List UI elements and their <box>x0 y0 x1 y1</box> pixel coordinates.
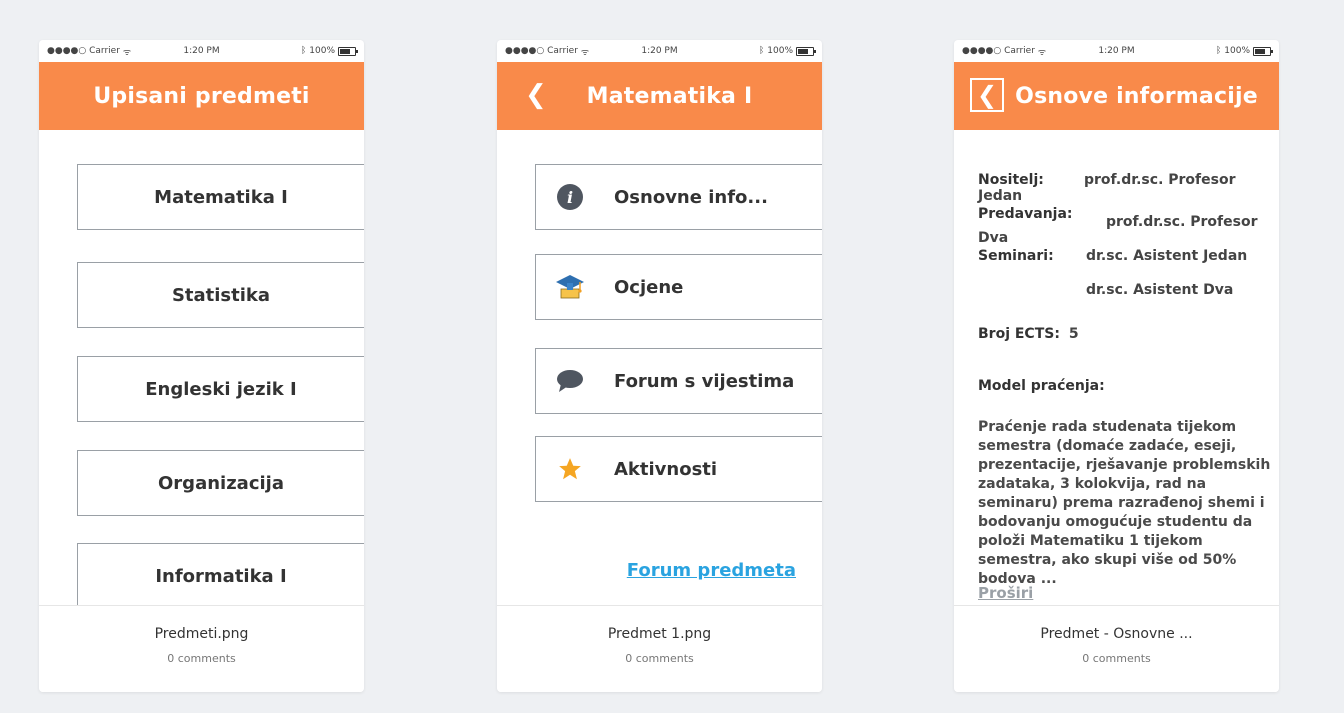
course-menu: i Osnovne info... Ocjene Forum s vijesti… <box>497 130 822 605</box>
wifi-icon: ᯤ <box>580 47 590 58</box>
ects-row: Broj ECTS: 5 <box>978 326 1079 342</box>
ects-value: 5 <box>1068 326 1079 342</box>
battery-icon <box>1253 46 1273 56</box>
battery-icon <box>796 46 816 56</box>
carrier-label: ●●●●○ Carrier <box>962 46 1035 56</box>
bluetooth-icon: ᛒ <box>300 46 307 56</box>
menu-item-label: Ocjene <box>614 276 684 298</box>
menu-item-ocjene[interactable]: Ocjene <box>535 254 822 320</box>
seminari-row-2: dr.sc. Asistent Dva <box>1086 282 1233 298</box>
subject-button[interactable]: Organizacija <box>77 450 364 516</box>
menu-item-aktivnosti[interactable]: Aktivnosti <box>535 436 822 502</box>
subject-button[interactable]: Matematika I <box>77 164 364 230</box>
screen-card-predmeti[interactable]: ●●●●○ Carrier ᯤ 1:20 PM ᛒ 100% Upisani pre… <box>39 40 364 692</box>
subject-button[interactable]: Informatika I <box>77 543 364 605</box>
menu-item-forum[interactable]: Forum s vijestima <box>535 348 822 414</box>
comments-count[interactable]: 0 comments <box>497 652 822 665</box>
seminari-value-1: dr.sc. Asistent Jedan <box>1086 248 1248 264</box>
model-row: Model praćenja: <box>978 378 1105 394</box>
menu-item-osnovne-info[interactable]: i Osnovne info... <box>535 164 822 230</box>
info-icon: i <box>552 184 588 210</box>
wifi-icon: ᯤ <box>1037 47 1047 58</box>
battery-label: 100% <box>1224 46 1250 56</box>
file-name[interactable]: Predmet - Osnovne ... <box>954 626 1279 642</box>
app-bar: ❮ Matematika I <box>497 62 822 130</box>
status-bar: ●●●●○ Carrier ᯤ 1:20 PM ᛒ 100% <box>39 40 364 62</box>
page-title: Osnove informacije <box>1015 83 1258 109</box>
graduation-cap-icon <box>552 273 588 301</box>
page-title: Upisani predmeti <box>93 83 310 109</box>
speech-bubble-icon <box>552 369 588 393</box>
subject-list: Matematika I Statistika Engleski jezik I… <box>39 130 364 605</box>
app-bar: Upisani predmeti <box>39 62 364 130</box>
app-bar: ❮ Osnove informacije <box>954 62 1279 130</box>
battery-label: 100% <box>309 46 335 56</box>
seminari-label: Seminari: <box>978 248 1054 264</box>
expand-link[interactable]: Proširi <box>978 584 1033 602</box>
card-footer: Predmeti.png 0 comments <box>39 605 364 692</box>
predavanja-row: Predavanja: prof.dr.sc. Profesor Dva <box>978 206 1279 246</box>
subject-button[interactable]: Engleski jezik I <box>77 356 364 422</box>
nositelj-row: Nositelj: prof.dr.sc. Profesor Jedan <box>978 172 1279 204</box>
carrier-label: ●●●●○ Carrier <box>505 46 578 56</box>
nositelj-label: Nositelj: <box>978 172 1044 188</box>
file-name[interactable]: Predmeti.png <box>39 626 364 642</box>
comments-count[interactable]: 0 comments <box>954 652 1279 665</box>
forum-predmeta-link[interactable]: Forum predmeta <box>627 560 796 581</box>
menu-item-label: Osnovne info... <box>614 186 768 208</box>
battery-label: 100% <box>767 46 793 56</box>
seminari-row: Seminari: dr.sc. Asistent Jedan <box>978 248 1247 264</box>
course-info: Nositelj: prof.dr.sc. Profesor Jedan Pred… <box>954 130 1279 605</box>
subject-button[interactable]: Statistika <box>77 262 364 328</box>
chevron-left-icon[interactable]: ❮ <box>970 78 1004 112</box>
seminari-value-2: dr.sc. Asistent Dva <box>1086 282 1234 298</box>
bluetooth-icon: ᛒ <box>758 46 765 56</box>
ects-label: Broj ECTS: <box>978 326 1060 342</box>
screen-card-predmet[interactable]: ●●●●○ Carrier ᯤ 1:20 PM ᛒ 100% ❮ Matematik… <box>497 40 822 692</box>
comments-count[interactable]: 0 comments <box>39 652 364 665</box>
carrier-label: ●●●●○ Carrier <box>47 46 120 56</box>
status-bar: ●●●●○ Carrier ᯤ 1:20 PM ᛒ 100% <box>954 40 1279 62</box>
page-title: Matematika I <box>586 83 753 109</box>
menu-item-label: Forum s vijestima <box>614 370 795 392</box>
card-footer: Predmet 1.png 0 comments <box>497 605 822 692</box>
menu-item-label: Aktivnosti <box>614 458 718 480</box>
wifi-icon: ᯤ <box>122 47 132 58</box>
star-icon <box>552 456 588 482</box>
chevron-left-icon[interactable]: ❮ <box>525 82 547 108</box>
model-description: Praćenje rada studenata tijekom semestra… <box>978 419 1271 587</box>
card-footer: Predmet - Osnovne ... 0 comments <box>954 605 1279 692</box>
predavanja-label: Predavanja: <box>978 206 1073 222</box>
battery-icon <box>338 46 358 56</box>
status-bar: ●●●●○ Carrier ᯤ 1:20 PM ᛒ 100% <box>497 40 822 62</box>
file-name[interactable]: Predmet 1.png <box>497 626 822 642</box>
model-label: Model praćenja: <box>978 378 1105 394</box>
bluetooth-icon: ᛒ <box>1215 46 1222 56</box>
screen-card-osnovne[interactable]: ●●●●○ Carrier ᯤ 1:20 PM ᛒ 100% ❮ Osnove in… <box>954 40 1279 692</box>
